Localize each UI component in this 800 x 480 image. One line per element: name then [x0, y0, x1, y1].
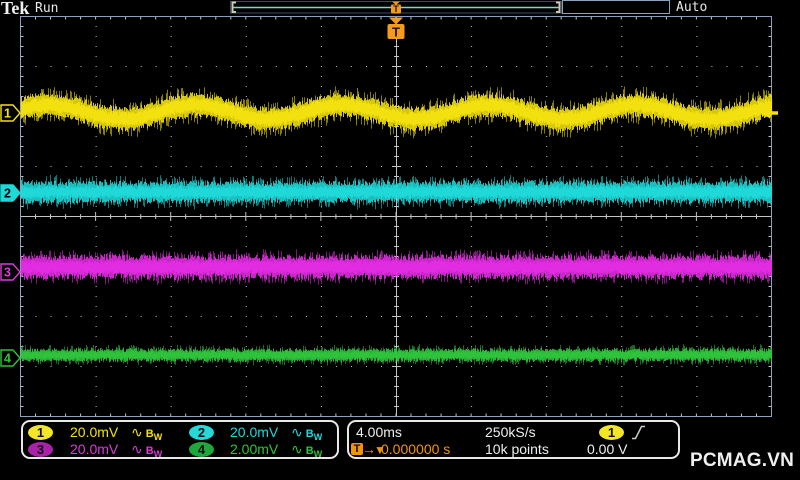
ch3-badge[interactable]: 3 — [28, 442, 53, 457]
timebase-trigger-box: 4.00ms 250kS/s 1 T → ▼ 0.000000 s 10k po… — [347, 420, 680, 459]
trigger-level[interactable]: 0.00 V — [587, 442, 627, 457]
sine-wave-icon: ∿ — [291, 441, 303, 457]
sine-wave-icon: ∿ — [291, 424, 303, 440]
trigger-slope-icon — [632, 425, 645, 440]
ch4-marker-label: 4 — [4, 352, 11, 366]
bandwidth-icon: B — [145, 428, 154, 440]
ch4-scale[interactable]: 2.00mV — [230, 442, 278, 457]
bandwidth-sub-icon: W — [153, 449, 163, 459]
ch2-badge[interactable]: 2 — [189, 425, 214, 440]
watermark: PCMAG.VN — [690, 450, 794, 471]
sine-wave-icon: ∿ — [131, 441, 143, 457]
ch3-marker-label: 3 — [4, 266, 11, 280]
ch1-scale[interactable]: 20.0mV — [70, 425, 118, 440]
ch3-scale[interactable]: 20.0mV — [70, 442, 118, 457]
ch2-marker-label: 2 — [4, 187, 11, 201]
bandwidth-icon: B — [305, 428, 314, 440]
record-trigger-label: T — [393, 4, 399, 14]
bandwidth-icon: B — [305, 445, 314, 457]
bandwidth-sub-icon: W — [313, 449, 323, 459]
channel-readout-box: 1 20.0mV ∿ BW 2 20.0mV ∿ BW 3 20.0mV ∿ BW 4… — [21, 420, 339, 459]
ch2-scale[interactable]: 20.0mV — [230, 425, 278, 440]
bandwidth-icon: B — [145, 445, 154, 457]
message-box — [562, 0, 670, 14]
ch1-marker-label: 1 — [4, 107, 11, 121]
ch3-coupling-icon: ∿ BW — [131, 442, 162, 462]
sample-rate: 250kS/s — [485, 424, 536, 440]
trigger-position[interactable]: 0.000000 s — [381, 442, 450, 457]
ch1-badge[interactable]: 1 — [28, 425, 53, 440]
oscilloscope-screen: Tek Run Auto 1234TT 1 20.0mV ∿ BW 2 20.0m… — [0, 0, 800, 480]
ch4-coupling-icon: ∿ BW — [291, 442, 322, 462]
ch4-badge[interactable]: 4 — [189, 442, 214, 457]
record-length: 10k points — [485, 441, 549, 457]
sine-wave-icon: ∿ — [131, 424, 143, 440]
waveform-display: 1 2 3 4 T T — [0, 0, 778, 417]
trigger-source-badge[interactable]: 1 — [599, 425, 624, 440]
trigger-position-label: T — [392, 25, 400, 40]
horizontal-scale[interactable]: 4.00ms — [356, 425, 402, 440]
trigger-position-arrow-icon[interactable] — [389, 17, 403, 25]
